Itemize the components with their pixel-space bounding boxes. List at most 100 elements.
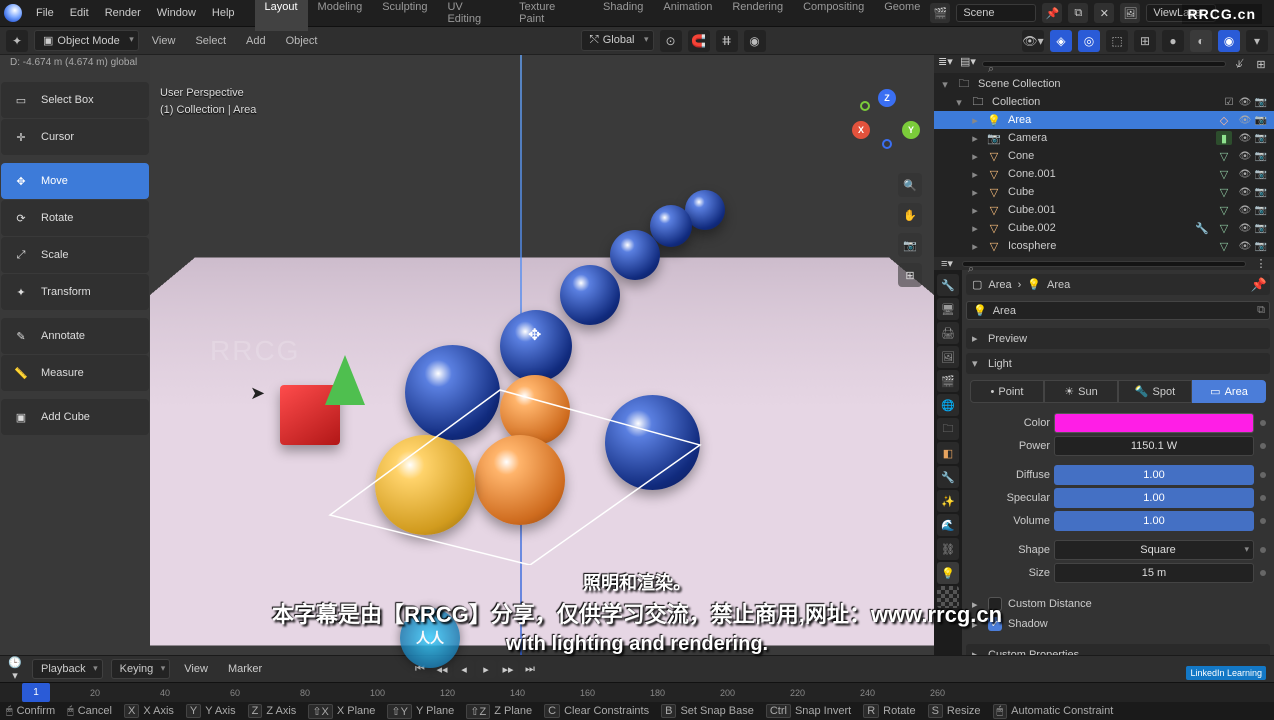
tab-output[interactable]: 🖨 <box>937 322 959 344</box>
eye-icon[interactable]: 👁 <box>1238 149 1252 163</box>
eye-icon[interactable]: 👁 <box>1238 221 1252 235</box>
play-reverse-icon[interactable]: ◂ <box>454 660 474 678</box>
section-light[interactable]: ▾Light <box>966 353 1270 374</box>
eye-icon[interactable]: 👁 <box>1238 185 1252 199</box>
scene-copy-icon[interactable]: ⧉ <box>1068 3 1088 23</box>
light-type-point[interactable]: •Point <box>970 380 1044 403</box>
eye-icon[interactable]: 👁 <box>1238 239 1252 253</box>
tab-modifiers[interactable]: 🔧 <box>937 466 959 488</box>
tab-physics[interactable]: 🌊 <box>937 514 959 536</box>
new-collection-icon[interactable]: ⊞ <box>1252 58 1270 71</box>
zoom-icon[interactable]: 🔍 <box>898 173 922 197</box>
menu-file[interactable]: File <box>28 3 62 23</box>
anim-dot[interactable] <box>1260 518 1266 524</box>
chevron-right-icon[interactable]: ▸ <box>972 598 982 611</box>
scene-new-icon[interactable]: ✕ <box>1094 3 1114 23</box>
chevron-right-icon[interactable]: ▸ <box>970 150 980 163</box>
tree-item-cube001[interactable]: ▸ ▽ Cube.001 ▽ 👁📷 <box>934 201 1274 219</box>
tree-item-cone[interactable]: ▸ ▽ Cone ▽ 👁📷 <box>934 147 1274 165</box>
custom-distance-checkbox[interactable] <box>988 597 1002 611</box>
tree-item-camera[interactable]: ▸ 📷 Camera ▮ 👁📷 <box>934 129 1274 147</box>
current-frame-marker[interactable]: 1 <box>22 683 50 702</box>
tab-render[interactable]: 🖥 <box>937 298 959 320</box>
timeline-marker[interactable]: Marker <box>222 660 268 678</box>
tab-particles[interactable]: ✨ <box>937 490 959 512</box>
outliner-search[interactable] <box>982 61 1226 67</box>
menu-view3d-view[interactable]: View <box>145 32 183 50</box>
scene-browse-icon[interactable]: 🎬 <box>930 3 950 23</box>
menu-render[interactable]: Render <box>97 3 149 23</box>
tree-item-cone001[interactable]: ▸ ▽ Cone.001 ▽ 👁📷 <box>934 165 1274 183</box>
tree-item-icosphere[interactable]: ▸ ▽ Icosphere ▽ 👁📷 <box>934 237 1274 255</box>
light-diffuse-field[interactable]: 1.00 <box>1054 465 1254 485</box>
timeline-ruler[interactable]: 1 20 40 60 80 100 120 140 160 180 200 22… <box>0 682 1274 702</box>
camera-render-icon[interactable]: 📷 <box>1254 185 1268 199</box>
chevron-right-icon[interactable]: ▸ <box>970 204 980 217</box>
tree-item-cube002[interactable]: ▸ ▽ Cube.002 🔧 ▽ 👁📷 <box>934 219 1274 237</box>
mode-dropdown[interactable]: ▣Object Mode <box>34 30 139 51</box>
chevron-right-icon[interactable]: ▸ <box>970 186 980 199</box>
chevron-down-icon[interactable]: ▾ <box>954 96 964 109</box>
ws-tab-texpaint[interactable]: Texture Paint <box>509 0 593 31</box>
props-editor-type-icon[interactable]: ≡▾ <box>938 257 956 270</box>
gizmo-neg-z[interactable] <box>882 139 892 149</box>
ws-tab-sculpting[interactable]: Sculpting <box>372 0 437 31</box>
ws-tab-rendering[interactable]: Rendering <box>722 0 793 31</box>
chevron-right-icon[interactable]: ▸ <box>970 168 980 181</box>
tool-transform[interactable]: ✦Transform <box>1 274 149 310</box>
proportional-icon[interactable]: ◉ <box>744 30 766 52</box>
overlay-toggle-icon[interactable]: ◎ <box>1078 30 1100 52</box>
play-icon[interactable]: ▸ <box>476 660 496 678</box>
camera-view-icon[interactable]: 📷 <box>898 233 922 257</box>
light-size-field[interactable]: 15 m <box>1054 563 1254 583</box>
tab-tool[interactable]: 🔧 <box>937 274 959 296</box>
timeline-editor-type-icon[interactable]: 🕒▾ <box>6 656 24 682</box>
gizmo-x[interactable]: X <box>852 121 870 139</box>
outliner-displaymode-icon[interactable]: ▤▾ <box>960 55 978 73</box>
anim-dot[interactable] <box>1260 570 1266 576</box>
camera-render-icon[interactable]: 📷 <box>1254 221 1268 235</box>
camera-render-icon[interactable]: 📷 <box>1254 149 1268 163</box>
light-shape-dropdown[interactable]: Square <box>1054 540 1254 560</box>
eye-icon[interactable]: 👁 <box>1238 95 1252 109</box>
tool-move[interactable]: ✥Move <box>1 163 149 199</box>
anim-dot[interactable] <box>1260 547 1266 553</box>
eye-icon[interactable]: 👁 <box>1238 203 1252 217</box>
light-power-field[interactable]: 1150.1 W <box>1054 436 1254 456</box>
ws-tab-shading[interactable]: Shading <box>593 0 653 31</box>
scene-pin-icon[interactable]: 📌 <box>1042 3 1062 23</box>
gizmo-neg-y[interactable] <box>860 101 870 111</box>
tool-select-box[interactable]: ▭Select Box <box>1 82 149 118</box>
label-shadow[interactable]: Shadow <box>1008 618 1048 630</box>
tool-annotate[interactable]: ✎Annotate <box>1 318 149 354</box>
chevron-right-icon[interactable]: ▸ <box>972 618 982 631</box>
light-type-sun[interactable]: ☀Sun <box>1044 380 1118 403</box>
tab-scene[interactable]: 🎬 <box>937 370 959 392</box>
ws-tab-layout[interactable]: Layout <box>255 0 308 31</box>
move-gizmo-center[interactable]: ✥ <box>528 325 544 341</box>
chevron-right-icon[interactable]: ▸ <box>970 114 980 127</box>
tab-material[interactable] <box>937 586 959 608</box>
shading-rendered-icon[interactable]: ◉ <box>1218 30 1240 52</box>
camera-render-icon[interactable]: 📷 <box>1254 95 1268 109</box>
orientation-dropdown[interactable]: ⤲Global <box>581 30 654 51</box>
datablock-name-field[interactable]: 💡 Area ⧉ <box>966 301 1270 320</box>
snap-target-icon[interactable]: ⵌ <box>716 30 738 52</box>
tool-add-cube[interactable]: ▣Add Cube <box>1 399 149 435</box>
outliner-viewtype-icon[interactable]: ≣▾ <box>938 55 956 73</box>
tab-data[interactable]: 💡 <box>937 562 959 584</box>
xray-icon[interactable]: ⬚ <box>1106 30 1128 52</box>
anim-dot[interactable] <box>1260 495 1266 501</box>
viewlayer-browse-icon[interactable]: 🖼 <box>1120 3 1140 23</box>
tool-scale[interactable]: ⤢Scale <box>1 237 149 273</box>
menu-view3d-select[interactable]: Select <box>188 32 233 50</box>
shading-options-icon[interactable]: ▾ <box>1246 30 1268 52</box>
menu-view3d-object[interactable]: Object <box>279 32 325 50</box>
shading-solid-icon[interactable]: ● <box>1162 30 1184 52</box>
tab-object[interactable]: ◧ <box>937 442 959 464</box>
tree-collection[interactable]: ▾ 🗀 Collection ☑👁📷 <box>934 93 1274 111</box>
pin-icon[interactable]: 📌 <box>1251 277 1267 293</box>
anim-dot[interactable] <box>1260 420 1266 426</box>
keying-dropdown[interactable]: Keying <box>111 659 171 679</box>
timeline-view[interactable]: View <box>178 660 214 678</box>
